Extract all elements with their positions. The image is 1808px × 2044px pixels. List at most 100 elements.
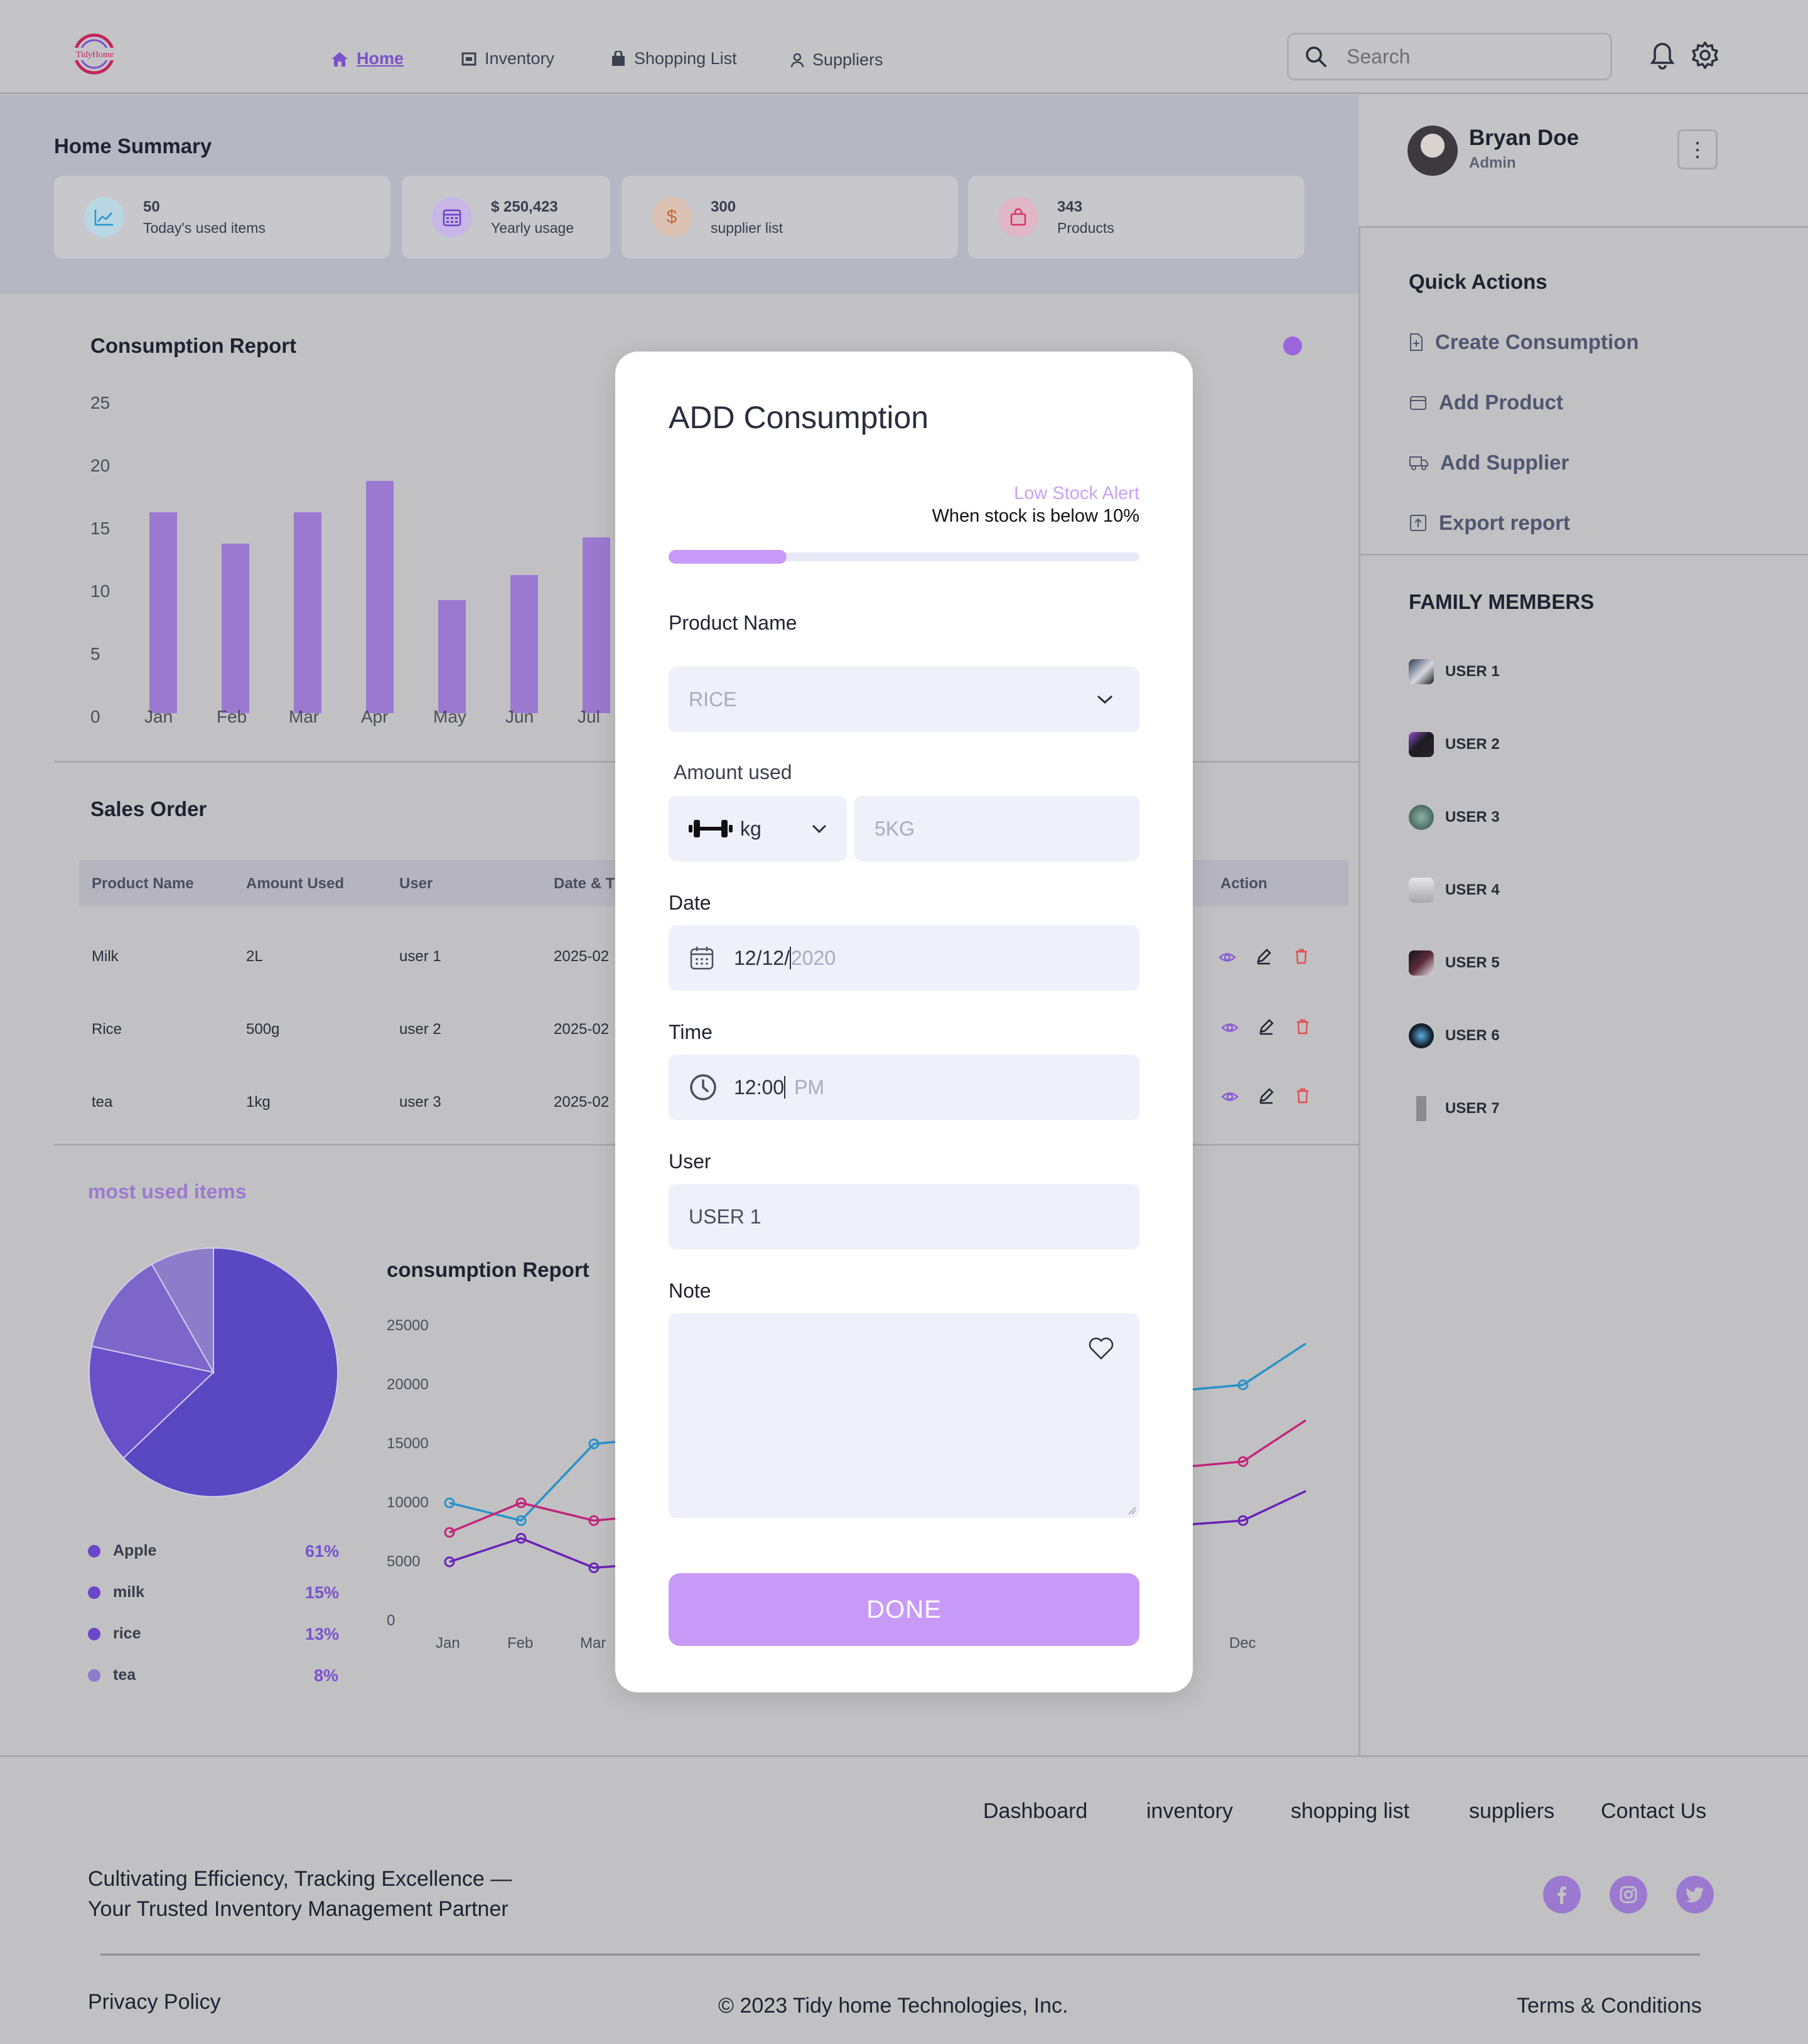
amount-input[interactable]: 5KG <box>854 796 1139 861</box>
delete-icon[interactable] <box>1292 947 1311 966</box>
nav-home[interactable]: Home <box>330 49 404 68</box>
home-icon <box>331 51 348 67</box>
footer-link-inventory[interactable]: inventory <box>1146 1799 1233 1824</box>
footer-link-suppliers[interactable]: suppliers <box>1469 1799 1554 1824</box>
bar-apr[interactable] <box>366 481 394 713</box>
bell-icon[interactable] <box>1647 40 1677 70</box>
quick-action-add-supplier[interactable]: Add Supplier <box>1409 451 1569 475</box>
profile-menu-button[interactable]: ⋮ <box>1677 129 1718 169</box>
footer-link-shopping-list[interactable]: shopping list <box>1291 1799 1409 1824</box>
time-input[interactable]: 12:00 PM <box>669 1055 1139 1120</box>
note-textarea[interactable] <box>669 1313 1139 1518</box>
product-name-select[interactable]: RICE <box>669 667 1139 732</box>
stat-card-suppliers[interactable]: $ 300 supplier list <box>622 176 958 259</box>
edit-icon[interactable] <box>1257 1017 1276 1036</box>
most-used-title: most used items <box>88 1180 247 1203</box>
member-name: USER 4 <box>1445 881 1500 898</box>
legend-dot <box>88 1586 100 1599</box>
edit-icon[interactable] <box>1254 947 1273 966</box>
cell-user: user 1 <box>399 948 441 965</box>
family-member-user7[interactable]: USER 7 <box>1409 1096 1500 1121</box>
privacy-policy-link[interactable]: Privacy Policy <box>88 1990 221 2014</box>
y-tick-label: 15000 <box>387 1435 429 1452</box>
th-amount-used: Amount Used <box>246 875 344 892</box>
gear-icon[interactable] <box>1690 40 1720 70</box>
user-value: USER 1 <box>689 1205 761 1228</box>
family-member-user3[interactable]: USER 3 <box>1409 805 1500 830</box>
avatar <box>1409 950 1434 976</box>
legend-pct: 13% <box>305 1625 340 1643</box>
bar-mar[interactable] <box>294 512 321 713</box>
profile-name: Bryan Doe <box>1469 126 1579 150</box>
heart-icon[interactable] <box>1087 1335 1116 1361</box>
facebook-icon[interactable] <box>1543 1876 1581 1913</box>
nav-shopping-list[interactable]: Shopping List <box>610 49 737 68</box>
view-icon[interactable] <box>1218 948 1237 967</box>
bar-may[interactable] <box>438 600 466 713</box>
legend-pct: 15% <box>305 1583 340 1602</box>
amount-used-label: Amount used <box>674 761 792 783</box>
quick-action-export-report[interactable]: Export report <box>1409 511 1570 535</box>
stat-card-products[interactable]: 343 Products <box>968 176 1305 259</box>
twitter-icon[interactable] <box>1676 1876 1714 1913</box>
stat-card-yearly-usage[interactable]: $ 250,423 Yearly usage <box>402 176 610 259</box>
quick-actions-title: Quick Actions <box>1409 270 1547 293</box>
stat-card-used-items[interactable]: 50 Today's used items <box>54 176 390 259</box>
x-tick-label: Apr <box>361 707 389 726</box>
user-icon <box>790 53 804 67</box>
bar-jan[interactable] <box>149 512 177 713</box>
family-member-user2[interactable]: USER 2 <box>1409 732 1500 757</box>
profile-role: Admin <box>1469 154 1516 171</box>
profile-panel: Bryan Doe Admin ⋮ <box>1359 95 1808 227</box>
x-tick-label: Feb <box>507 1635 534 1652</box>
quick-action-add-product[interactable]: Add Product <box>1409 390 1563 414</box>
th-date-time: Date & T <box>554 875 615 892</box>
date-input[interactable]: 12/12/2020 <box>669 925 1139 991</box>
low-stock-slider[interactable] <box>669 550 1139 564</box>
cell-date: 2025-02 <box>554 1094 610 1111</box>
family-member-user1[interactable]: USER 1 <box>1409 659 1500 684</box>
search-input[interactable] <box>1347 45 1585 68</box>
view-icon[interactable] <box>1220 1018 1239 1037</box>
x-tick-label: Mar <box>289 707 320 726</box>
bar-jun[interactable] <box>510 575 538 713</box>
trend-icon <box>84 197 124 237</box>
resize-handle-icon[interactable] <box>1127 1505 1137 1515</box>
footer-link-dashboard[interactable]: Dashboard <box>983 1799 1087 1824</box>
edit-icon[interactable] <box>1257 1086 1276 1105</box>
home-summary-title: Home Summary <box>54 134 212 158</box>
shopping-bag-icon <box>612 50 625 66</box>
instagram-icon[interactable] <box>1610 1876 1647 1913</box>
legend-item-rice: rice <box>88 1625 141 1643</box>
delete-icon[interactable] <box>1293 1017 1312 1036</box>
nav-inventory[interactable]: Inventory <box>461 49 554 68</box>
family-member-user4[interactable]: USER 4 <box>1409 878 1500 903</box>
member-name: USER 5 <box>1445 954 1500 971</box>
quick-action-label: Add Supplier <box>1440 451 1569 474</box>
bar-feb[interactable] <box>222 544 249 713</box>
unit-select[interactable]: kg <box>669 796 847 861</box>
done-button[interactable]: DONE <box>669 1573 1139 1646</box>
footer-link-contact-us[interactable]: Contact Us <box>1601 1799 1706 1824</box>
delete-icon[interactable] <box>1293 1086 1312 1105</box>
family-member-user6[interactable]: USER 6 <box>1409 1023 1500 1048</box>
cell-date: 2025-02 <box>554 1021 610 1038</box>
low-stock-alert-title: Low Stock Alert <box>1014 483 1139 503</box>
tidyhome-logo[interactable]: TidyHome <box>67 31 123 75</box>
user-input[interactable]: USER 1 <box>669 1184 1139 1249</box>
legend-pct: 61% <box>305 1542 340 1561</box>
chevron-down-icon <box>812 824 827 834</box>
family-member-user5[interactable]: USER 5 <box>1409 950 1500 976</box>
terms-link[interactable]: Terms & Conditions <box>1517 1994 1702 2018</box>
view-icon[interactable] <box>1220 1087 1239 1106</box>
nav-suppliers[interactable]: Suppliers <box>790 50 883 70</box>
search-box[interactable] <box>1287 33 1612 80</box>
avatar[interactable] <box>1407 126 1458 176</box>
cell-date: 2025-02 <box>554 948 610 965</box>
panel-divider <box>1359 554 1808 556</box>
bar-jul[interactable] <box>583 537 610 713</box>
time-placeholder: PM <box>794 1075 825 1099</box>
quick-action-create-consumption[interactable]: Create Consumption <box>1409 330 1639 354</box>
time-value: 12:00 <box>734 1075 785 1099</box>
nav-inventory-label: Inventory <box>485 49 555 68</box>
